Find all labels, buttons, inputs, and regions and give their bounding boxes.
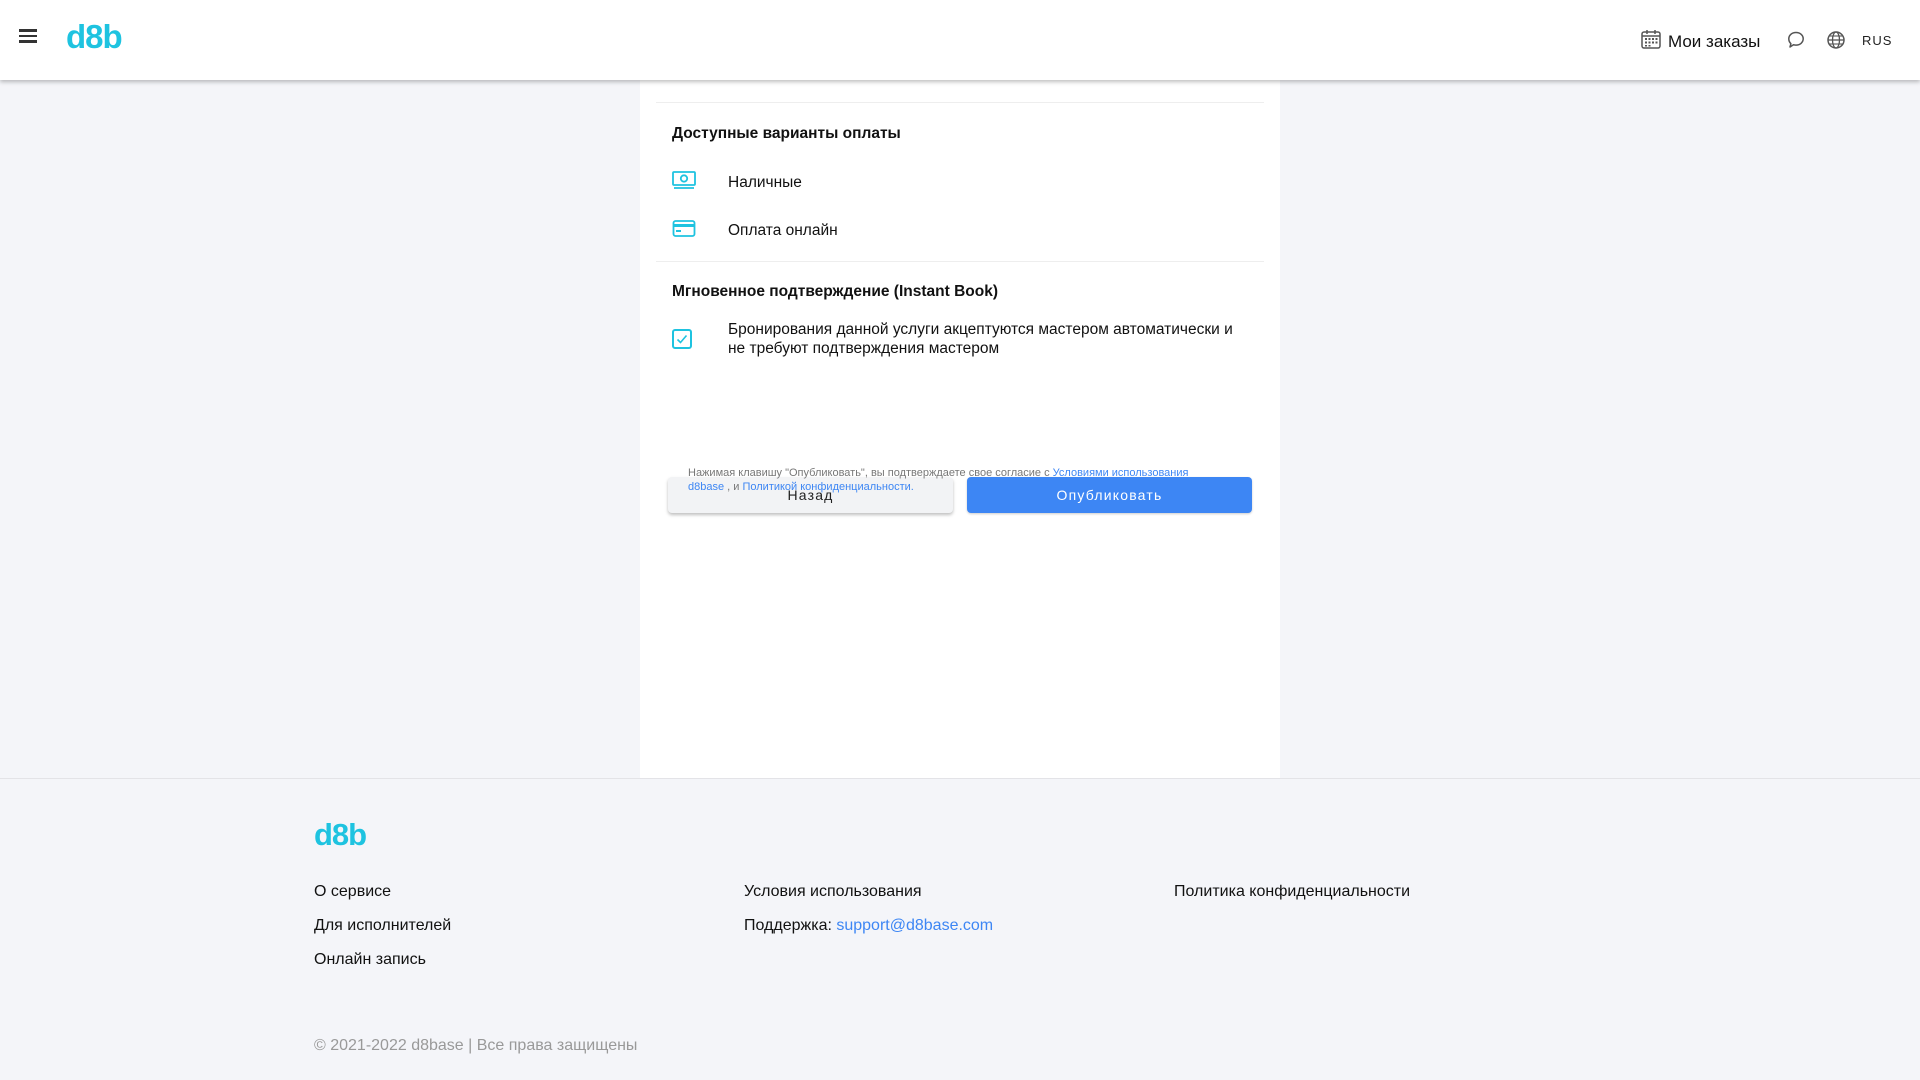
privacy-link[interactable]: Политикой конфиденциальности. xyxy=(742,481,913,493)
divider xyxy=(656,102,1264,103)
checkmark-icon xyxy=(676,334,688,344)
logo[interactable]: d8b xyxy=(66,18,123,56)
footer-link-for-providers[interactable]: Для исполнителей xyxy=(314,917,451,935)
chat-icon[interactable] xyxy=(1786,30,1806,55)
footer-link-terms[interactable]: Условия использования xyxy=(744,883,922,901)
instant-book-row: Бронирования данной услуги акцептуются м… xyxy=(672,320,1252,358)
language-selector[interactable]: RUS xyxy=(1862,33,1892,48)
globe-icon[interactable] xyxy=(1826,30,1846,55)
footer-link-privacy[interactable]: Политика конфиденциальности xyxy=(1174,883,1410,901)
support-label: Поддержка: xyxy=(744,917,837,934)
agreement-text: Нажимая клавишу "Опубликовать", вы подтв… xyxy=(688,466,1208,494)
my-orders-label: Мои заказы xyxy=(1668,31,1761,51)
credit-card-icon xyxy=(672,218,696,243)
footer-support: Поддержка: support@d8base.com xyxy=(744,917,993,935)
instant-book-checkbox[interactable] xyxy=(672,329,692,349)
footer: d8b О сервисе Для исполнителей Онлайн за… xyxy=(0,778,1920,1080)
agreement-middle: , и xyxy=(724,481,743,493)
payment-option-label: Наличные xyxy=(728,174,802,191)
support-email-link[interactable]: support@d8base.com xyxy=(836,917,993,934)
copyright: © 2021-2022 d8base | Все права защищены xyxy=(314,1037,638,1054)
calendar-icon xyxy=(1640,28,1662,55)
divider xyxy=(656,261,1264,262)
footer-logo[interactable]: d8b xyxy=(314,817,367,853)
agreement-prefix: Нажимая клавишу "Опубликовать", вы подтв… xyxy=(688,467,1053,479)
menu-icon[interactable] xyxy=(16,26,40,54)
service-form-card: Доступные варианты оплаты Наличные Оплат… xyxy=(640,80,1280,778)
my-orders-link[interactable]: Мои заказы xyxy=(1640,28,1760,55)
instant-book-title: Мгновенное подтверждение (Instant Book) xyxy=(672,283,998,300)
payment-section-title: Доступные варианты оплаты xyxy=(672,125,901,142)
cash-icon xyxy=(672,170,696,195)
payment-option-online: Оплата онлайн xyxy=(672,218,838,243)
payment-option-cash: Наличные xyxy=(672,170,802,195)
footer-link-online-booking[interactable]: Онлайн запись xyxy=(314,951,426,969)
top-header: d8b Мои заказы RUS xyxy=(0,0,1920,80)
payment-option-label: Оплата онлайн xyxy=(728,222,838,239)
footer-link-about[interactable]: О сервисе xyxy=(314,883,391,901)
instant-book-description: Бронирования данной услуги акцептуются м… xyxy=(728,321,1233,357)
